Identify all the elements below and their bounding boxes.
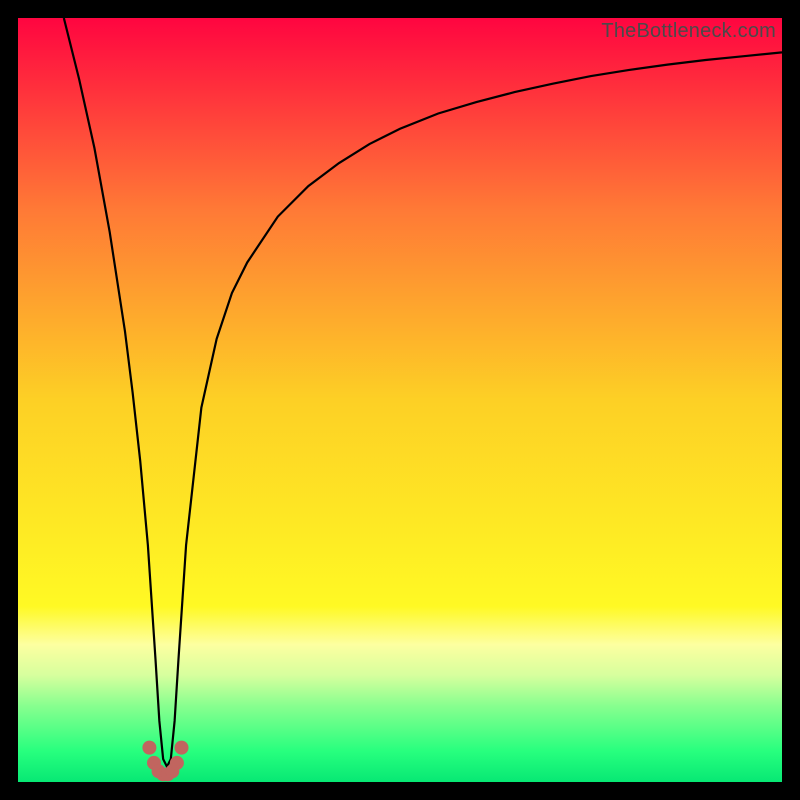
- cluster-point: [175, 741, 189, 755]
- cluster-point: [142, 741, 156, 755]
- chart-area: TheBottleneck.com: [18, 18, 782, 782]
- outer-frame: TheBottleneck.com: [0, 0, 800, 800]
- cluster-point: [170, 756, 184, 770]
- chart-svg: [18, 18, 782, 782]
- watermark-text: TheBottleneck.com: [601, 20, 776, 43]
